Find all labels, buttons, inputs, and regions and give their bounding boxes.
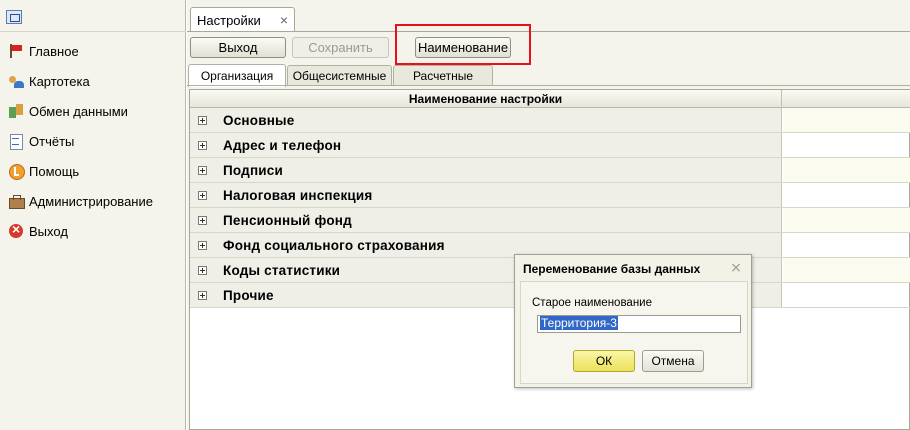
row-label: Основные [223, 112, 295, 128]
sidebar-item-label: Главное [29, 43, 79, 59]
expand-icon[interactable] [198, 290, 207, 300]
expand-icon[interactable] [198, 165, 207, 175]
expand-icon[interactable] [198, 115, 207, 125]
sidebar-item-label: Выход [29, 223, 68, 239]
tab-system-wide[interactable]: Общесистемные [287, 65, 392, 86]
sub-tabs: Организация Общесистемные Расчетные [187, 64, 910, 87]
flag-icon [8, 43, 24, 59]
table-row[interactable]: Адрес и телефон [190, 133, 910, 158]
cancel-button[interactable]: Отмена [642, 350, 704, 372]
row-label: Подписи [223, 162, 284, 178]
row-value-cell[interactable] [783, 258, 910, 282]
row-label: Адрес и телефон [223, 137, 342, 153]
app-menu-icon[interactable] [6, 10, 22, 24]
sub-tabs-divider [187, 85, 910, 86]
table-row[interactable]: Налоговая инспекция [190, 183, 910, 208]
tab-settings[interactable]: Настройки × [190, 7, 295, 32]
sidebar-item-label: Обмен данными [29, 103, 128, 119]
exit-icon [8, 221, 24, 239]
row-value-cell[interactable] [783, 283, 910, 307]
table-row[interactable]: Пенсионный фонд [190, 208, 910, 233]
tab-organization[interactable]: Организация [188, 64, 286, 87]
row-label: Коды статистики [223, 262, 341, 278]
close-icon[interactable]: ⨯ [729, 260, 743, 274]
old-name-label: Старое наименование [532, 297, 652, 309]
toolbox-icon [8, 193, 25, 209]
table-row[interactable]: Подписи [190, 158, 910, 183]
highlight-frame [395, 24, 531, 65]
sidebar-item-catalog[interactable]: Картотека [0, 69, 186, 93]
sidebar-item-administration[interactable]: Администрирование [0, 189, 186, 213]
row-label: Пенсионный фонд [223, 212, 352, 228]
tab-calculation[interactable]: Расчетные [393, 65, 493, 86]
people-icon [8, 73, 24, 89]
row-value-cell[interactable] [783, 158, 910, 182]
rename-dialog: Переменование базы данных ⨯ Старое наиме… [514, 254, 752, 388]
row-label: Налоговая инспекция [223, 187, 373, 203]
old-name-field[interactable]: Территория-3 [537, 315, 741, 333]
row-label: Фонд социального страхования [223, 237, 445, 253]
old-name-value: Территория-3 [540, 316, 618, 330]
save-button[interactable]: Сохранить [292, 37, 389, 58]
sidebar-item-exit[interactable]: Выход [0, 219, 186, 243]
expand-icon[interactable] [198, 190, 207, 200]
sidebar-item-help[interactable]: Помощь [0, 159, 186, 183]
ok-button[interactable]: ОК [573, 350, 635, 372]
exit-button[interactable]: Выход [190, 37, 286, 58]
sidebar-item-data-exchange[interactable]: Обмен данными [0, 99, 186, 123]
sidebar-item-label: Помощь [29, 163, 80, 179]
dialog-body: Старое наименование Территория-3 ОК Отме… [520, 281, 748, 384]
dialog-title: Переменование базы данных [523, 262, 701, 276]
table-header: Наименование настройки [190, 90, 910, 108]
expand-icon[interactable] [198, 140, 207, 150]
exchange-icon [8, 103, 24, 119]
sidebar-item-main[interactable]: Главное [0, 39, 186, 63]
expand-icon[interactable] [198, 265, 207, 275]
row-label: Прочие [223, 287, 274, 303]
column-header-name[interactable]: Наименование настройки [190, 90, 782, 108]
toolbar: Выход Сохранить Наименование [187, 32, 910, 62]
row-value-cell[interactable] [783, 183, 910, 207]
row-value-cell[interactable] [783, 133, 910, 157]
expand-icon[interactable] [198, 240, 207, 250]
sidebar-header [0, 0, 186, 32]
expand-icon[interactable] [198, 215, 207, 225]
sidebar-item-label: Отчёты [29, 133, 75, 149]
sidebar-item-reports[interactable]: Отчёты [0, 129, 186, 153]
help-icon [8, 163, 25, 180]
report-icon [8, 133, 24, 150]
row-value-cell[interactable] [783, 233, 910, 257]
sidebar-item-label: Картотека [29, 73, 90, 89]
tab-settings-label: Настройки [197, 12, 261, 28]
close-icon[interactable]: × [280, 12, 288, 28]
row-value-cell[interactable] [783, 208, 910, 232]
row-value-cell[interactable] [783, 108, 910, 132]
table-row[interactable]: Основные [190, 108, 910, 133]
sidebar: Главное Картотека Обмен данными Отчёты П… [0, 0, 186, 430]
sidebar-item-label: Администрирование [29, 193, 153, 209]
